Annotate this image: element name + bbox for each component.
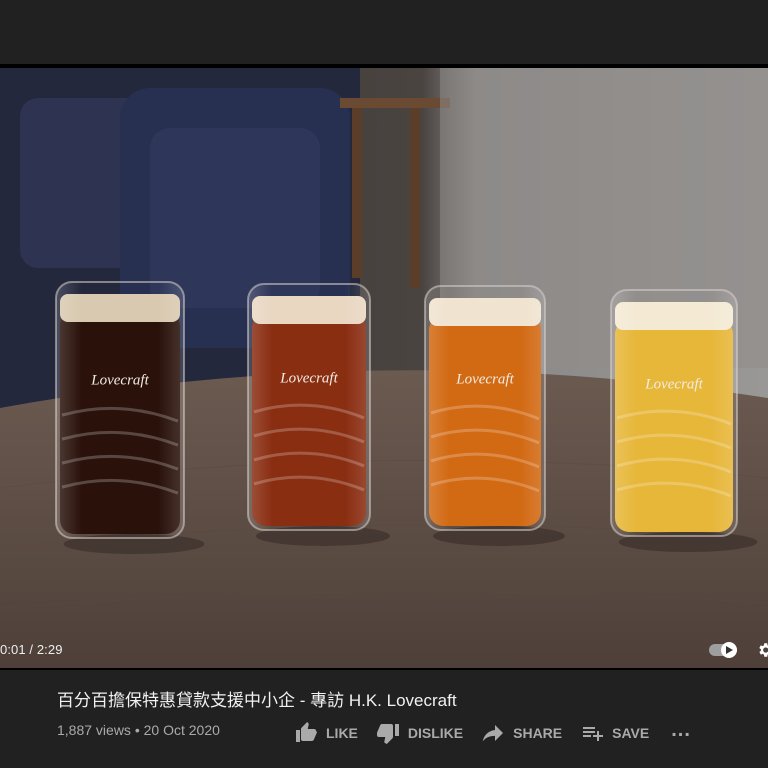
dislike-label: DISLIKE xyxy=(407,725,464,741)
beer-glass: Lovecraft xyxy=(247,283,391,546)
play-icon xyxy=(726,646,733,654)
share-arrow-icon xyxy=(482,725,504,742)
save-label: SAVE xyxy=(612,725,650,741)
masthead-strip xyxy=(0,0,768,64)
video-info-panel xyxy=(0,670,768,768)
like-button[interactable]: LIKE xyxy=(294,721,358,745)
playlist-add-icon xyxy=(583,727,604,741)
video-frame[interactable]: Lovecraft Lovecraft Lovecraft Lovecraft xyxy=(0,68,768,668)
current-time: 0:01 xyxy=(0,642,26,657)
gear-icon[interactable] xyxy=(756,641,768,659)
glass-logo-text: Lovecraft xyxy=(90,372,149,388)
more-actions-button[interactable]: ... xyxy=(671,719,691,742)
beer-glass: Lovecraft xyxy=(610,289,758,552)
glass-logo-text: Lovecraft xyxy=(644,376,703,392)
share-button[interactable]: SHARE xyxy=(481,721,562,745)
thumbs-up-icon xyxy=(296,722,317,742)
view-count: 1,887 views xyxy=(57,722,131,738)
glass-logo-text: Lovecraft xyxy=(455,372,514,388)
video-title: 百分百擔保特惠貸款支援中小企 - 專訪 H.K. Lovecraft xyxy=(57,691,457,710)
time-separator: / xyxy=(25,642,37,657)
save-button[interactable]: SAVE xyxy=(580,721,649,745)
duration: 2:29 xyxy=(36,642,63,657)
autoplay-toggle[interactable] xyxy=(709,642,737,658)
dislike-button[interactable]: DISLIKE xyxy=(376,721,463,745)
video-meta: 1,887 views • 20 Oct 2020 xyxy=(57,722,220,738)
like-label: LIKE xyxy=(326,725,358,741)
thumbs-down-icon xyxy=(376,724,399,744)
action-bar: LIKE DISLIKE SHARE SAVE ... xyxy=(294,719,691,746)
beer-glass: Lovecraft xyxy=(55,281,205,554)
video-player[interactable]: Lovecraft Lovecraft Lovecraft Lovecraft xyxy=(0,64,768,670)
beer-glass: Lovecraft xyxy=(424,285,565,546)
share-label: SHARE xyxy=(513,725,563,741)
meta-separator: • xyxy=(130,722,144,738)
time-display: 0:01 / 2:29 xyxy=(0,642,63,657)
glass-logo-text: Lovecraft xyxy=(279,370,338,386)
autoplay-knob xyxy=(721,642,737,658)
upload-date: 20 Oct 2020 xyxy=(143,722,220,738)
